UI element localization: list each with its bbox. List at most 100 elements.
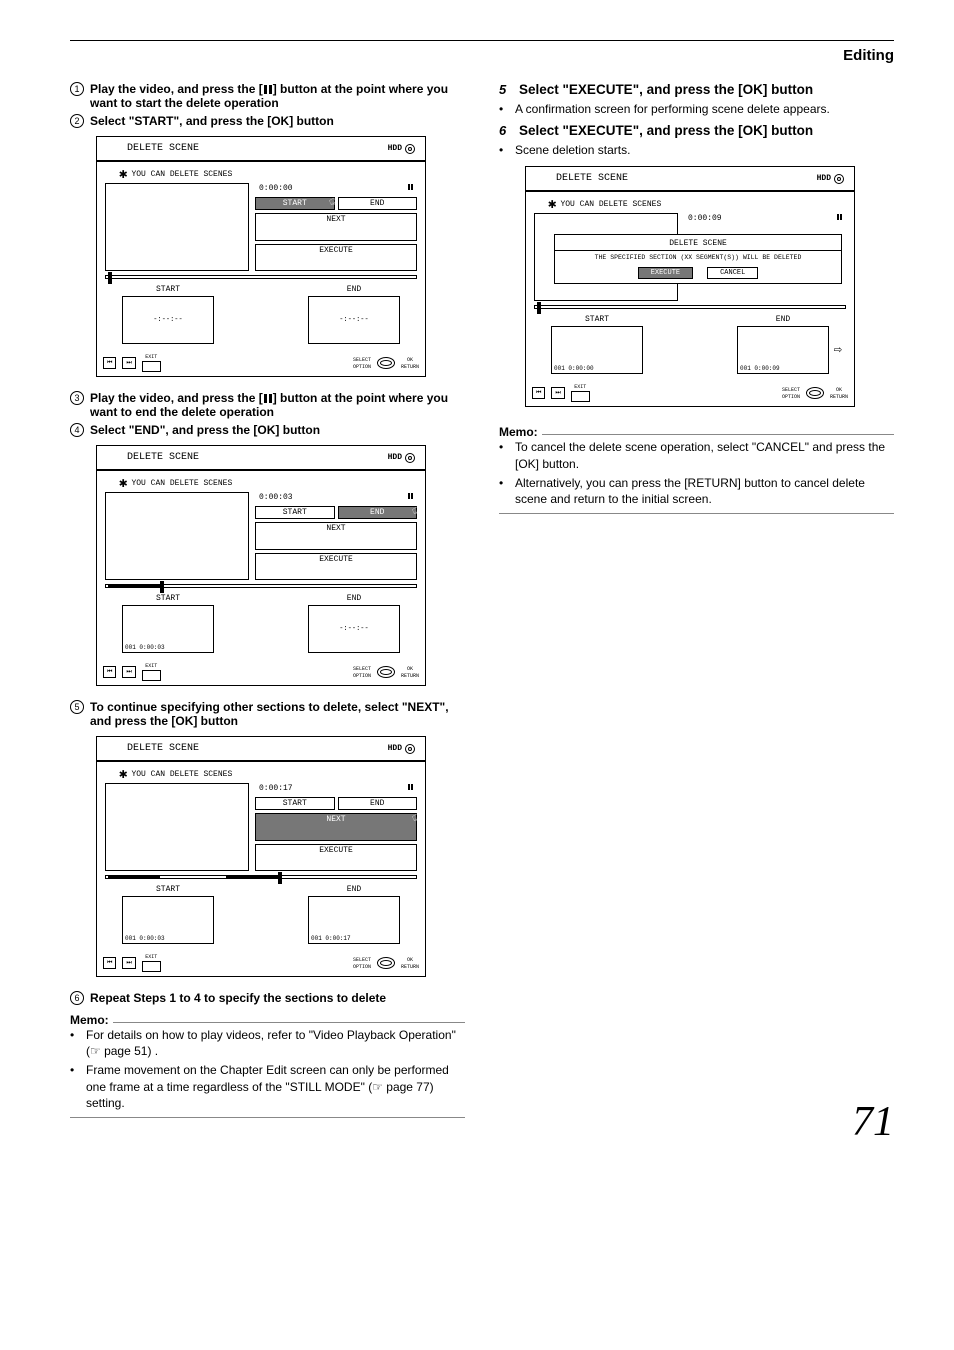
thumb-start: -:--:--	[122, 296, 214, 344]
right-step6-text: Select "EXECUTE", and press the [OK] but…	[519, 123, 894, 138]
video-preview	[105, 183, 249, 271]
osd-panel-3: DELETE SCENE HDD ✱YOU CAN DELETE SCENES …	[96, 736, 426, 977]
osd-time: 0:00:00	[259, 184, 293, 193]
progress-bar	[105, 875, 417, 879]
hdd-badge: HDD	[388, 144, 415, 154]
asterisk-icon: ✱	[548, 201, 556, 209]
video-preview	[105, 783, 249, 871]
cancel-button[interactable]: CANCEL	[707, 267, 758, 279]
thumb-end-label: END	[291, 285, 417, 294]
arrow-right-icon: ⇨	[834, 342, 842, 359]
jog-wheel-icon	[377, 666, 395, 678]
italic-5: 5	[499, 82, 513, 97]
pause-icon	[837, 214, 842, 220]
disc-icon	[834, 174, 844, 184]
progress-bar	[534, 305, 846, 309]
skip-prev-icon: ⏮	[103, 666, 116, 678]
step3-text-a: Play the video, and press the [	[90, 391, 263, 405]
osd-msg: YOU CAN DELETE SCENES	[131, 170, 232, 179]
thumb-end: -:--:--	[308, 605, 400, 653]
execute-button[interactable]: EXECUTE	[255, 553, 417, 581]
asterisk-icon: ✱	[119, 771, 127, 779]
next-button[interactable]: NEXT	[255, 213, 417, 241]
page-number: 71	[852, 1098, 894, 1146]
thumb-end: 001 0:00:17	[308, 896, 400, 944]
pause-icon	[408, 784, 413, 790]
right-step5-sub: •A confirmation screen for performing sc…	[499, 101, 894, 117]
skip-next-icon: ⏭	[122, 666, 135, 678]
skip-prev-icon: ⏮	[103, 357, 116, 369]
step5-text: To continue specifying other sections to…	[90, 700, 465, 728]
pause-icon	[408, 493, 413, 499]
disc-icon	[405, 744, 415, 754]
next-button[interactable]: NEXT	[255, 522, 417, 550]
pause-icon	[408, 184, 413, 190]
start-button[interactable]: START	[255, 506, 335, 519]
right-step-5: 5 Select "EXECUTE", and press the [OK] b…	[499, 82, 894, 97]
next-button[interactable]: NEXT☟	[255, 813, 417, 841]
circled-4: 4	[70, 423, 84, 437]
pause-icon	[264, 85, 272, 94]
right-step5-text: Select "EXECUTE", and press the [OK] but…	[519, 82, 894, 97]
osd-panel-1: DELETE SCENE HDD ✱YOU CAN DELETE SCENES …	[96, 136, 426, 377]
circled-2: 2	[70, 114, 84, 128]
step-2: 2 Select "START", and press the [OK] but…	[70, 114, 465, 128]
dialog-title: DELETE SCENE	[555, 239, 841, 251]
step2-text: Select "START", and press the [OK] butto…	[90, 114, 465, 128]
memo-heading: Memo:	[499, 421, 894, 435]
memo-item: •Frame movement on the Chapter Edit scre…	[70, 1062, 465, 1111]
skip-next-icon: ⏭	[551, 387, 564, 399]
hand-cursor-icon: ☟	[692, 270, 705, 287]
memo-heading: Memo:	[70, 1009, 465, 1023]
confirm-dialog: DELETE SCENE THE SPECIFIED SECTION (XX S…	[554, 234, 842, 284]
hand-cursor-icon: ☟	[410, 504, 423, 521]
circled-5: 5	[70, 700, 84, 714]
asterisk-icon: ✱	[119, 171, 127, 179]
step-1: 1 Play the video, and press the [] butto…	[70, 82, 465, 110]
right-step-6: 6 Select "EXECUTE", and press the [OK] b…	[499, 123, 894, 138]
right-step6-sub: •Scene deletion starts.	[499, 142, 894, 158]
start-button[interactable]: START☟	[255, 197, 335, 210]
step6-text: Repeat Steps 1 to 4 to specify the secti…	[90, 991, 465, 1005]
step-5: 5 To continue specifying other sections …	[70, 700, 465, 728]
skip-prev-icon: ⏮	[103, 957, 116, 969]
thumb-end: 001 0:00:09 ⇨	[737, 326, 829, 374]
start-button[interactable]: START	[255, 797, 335, 810]
thumb-start: 001 0:00:00	[551, 326, 643, 374]
end-button[interactable]: END	[338, 197, 418, 210]
osd-title: DELETE SCENE	[127, 143, 199, 154]
section-heading: Editing	[70, 47, 894, 64]
memo-item: •To cancel the delete scene operation, s…	[499, 439, 894, 471]
skip-prev-icon: ⏮	[532, 387, 545, 399]
thumb-start: 001 0:00:03	[122, 896, 214, 944]
osd-panel-confirm: DELETE SCENE HDD ✱YOU CAN DELETE SCENES …	[525, 166, 855, 407]
thumb-start: 001 0:00:03	[122, 605, 214, 653]
jog-wheel-icon	[806, 387, 824, 399]
execute-button[interactable]: EXECUTE☟	[638, 267, 693, 279]
disc-icon	[405, 453, 415, 463]
disc-icon	[405, 144, 415, 154]
pause-icon	[264, 394, 272, 403]
skip-next-icon: ⏭	[122, 957, 135, 969]
osd-panel-2: DELETE SCENE HDD ✱YOU CAN DELETE SCENES …	[96, 445, 426, 686]
thumb-start-label: START	[105, 285, 231, 294]
thumb-end: -:--:--	[308, 296, 400, 344]
step4-text: Select "END", and press the [OK] button	[90, 423, 465, 437]
circled-3: 3	[70, 391, 84, 405]
dialog-message: THE SPECIFIED SECTION (XX SEGMENT(S)) WI…	[555, 251, 841, 264]
execute-button[interactable]: EXECUTE	[255, 844, 417, 872]
execute-button[interactable]: EXECUTE	[255, 244, 417, 272]
video-preview	[105, 492, 249, 580]
asterisk-icon: ✱	[119, 480, 127, 488]
circled-6: 6	[70, 991, 84, 1005]
memo-item: •For details on how to play videos, refe…	[70, 1027, 465, 1059]
step-3: 3 Play the video, and press the [] butto…	[70, 391, 465, 419]
italic-6: 6	[499, 123, 513, 138]
jog-wheel-icon	[377, 957, 395, 969]
end-button[interactable]: END	[338, 797, 418, 810]
step-4: 4 Select "END", and press the [OK] butto…	[70, 423, 465, 437]
skip-next-icon: ⏭	[122, 357, 135, 369]
end-button[interactable]: END☟	[338, 506, 418, 519]
progress-bar	[105, 275, 417, 279]
circled-1: 1	[70, 82, 84, 96]
